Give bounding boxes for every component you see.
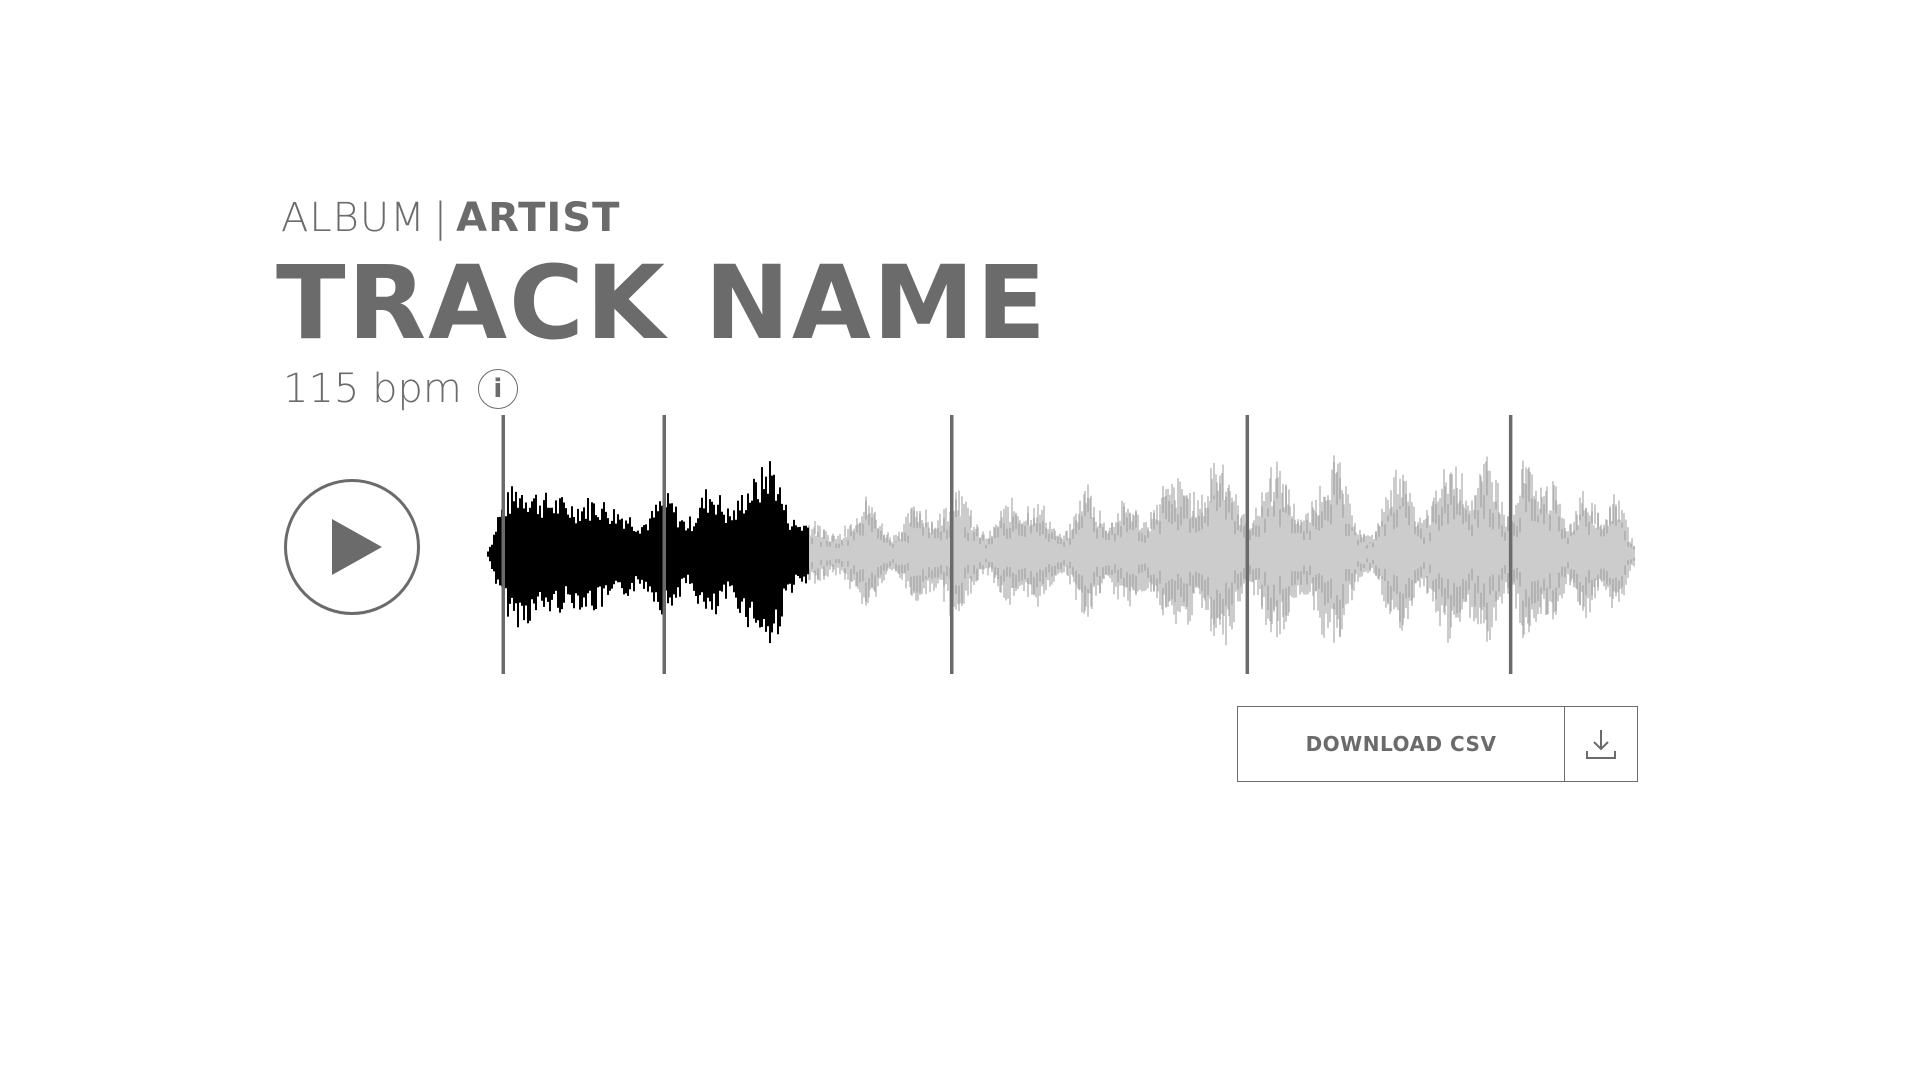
download-csv-button[interactable]: DOWNLOAD CSV [1238, 707, 1565, 781]
info-icon: i [493, 374, 503, 404]
album-artist-line: ALBUM | ARTIST [281, 190, 620, 246]
download-icon [1586, 730, 1616, 759]
info-button[interactable]: i [477, 369, 518, 409]
download-icon-button[interactable] [1565, 707, 1637, 781]
tempo-row: 115 bpm i [283, 362, 518, 416]
artist-label: ARTIST [456, 195, 621, 241]
track-title: TRACK NAME [276, 244, 1048, 363]
track-player-page: ALBUM | ARTIST TRACK NAME 115 bpm i DOWNLO… [0, 0, 1920, 1080]
tempo-label: 115 bpm [283, 366, 462, 412]
play-icon [332, 519, 382, 575]
waveform-played [487, 461, 809, 644]
download-group: DOWNLOAD CSV [1237, 706, 1638, 782]
play-button[interactable] [284, 479, 420, 615]
album-label: ALBUM [281, 195, 426, 241]
waveform-scrubber[interactable] [486, 412, 1636, 676]
separator: | [433, 195, 449, 241]
